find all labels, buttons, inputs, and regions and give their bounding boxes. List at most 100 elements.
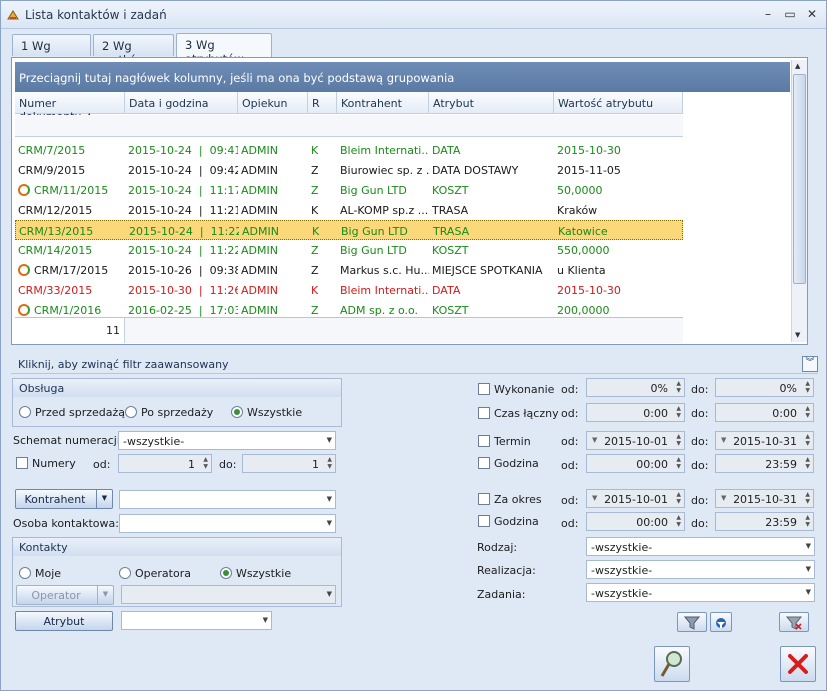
cell-data-godzina: 2015-10-24 | 09:42 bbox=[128, 164, 238, 177]
cell-r: Z bbox=[311, 244, 319, 257]
filter-button[interactable] bbox=[677, 612, 707, 632]
maximize-icon[interactable]: ▭ bbox=[781, 6, 799, 22]
godzina1-do[interactable]: 23:59 ▲ ▼ bbox=[715, 454, 814, 473]
funnel-clear-icon bbox=[785, 616, 803, 630]
close-button[interactable] bbox=[780, 646, 816, 682]
kontrahent-combo[interactable]: ▼ bbox=[119, 490, 336, 509]
cell-r: Z bbox=[311, 264, 319, 277]
scroll-up-icon[interactable]: ▲ bbox=[795, 62, 800, 70]
cell-opiekun: ADMIN bbox=[241, 184, 278, 197]
col-r[interactable]: R bbox=[308, 92, 337, 114]
tab-wg-numeru[interactable]: 1 Wg numeru bbox=[12, 34, 91, 67]
cell-wartosc: Katowice bbox=[558, 225, 608, 238]
tab-wg-atrybutow[interactable]: 3 Wg atrybutów bbox=[176, 33, 272, 66]
cycle-status-icon bbox=[18, 264, 30, 276]
cell-kontrahent: AL-KOMP sp.z ... bbox=[340, 204, 429, 217]
col-opiekun[interactable]: Opiekun bbox=[238, 92, 308, 114]
czas-do-label: do: bbox=[691, 407, 709, 420]
godzina2-od[interactable]: 00:00 ▲ ▼ bbox=[586, 512, 685, 531]
cell-wartosc: u Klienta bbox=[557, 264, 606, 277]
zadania-label: Zadania: bbox=[477, 588, 526, 601]
cell-r: K bbox=[311, 204, 319, 217]
cell-r: Z bbox=[311, 184, 319, 197]
cell-numer: CRM/11/2015 bbox=[15, 180, 125, 200]
cell-atrybut: KOSZT bbox=[432, 184, 469, 197]
col-wartosc-atrybutu[interactable]: Wartość atrybutu bbox=[554, 92, 683, 114]
czas-od[interactable]: 0:00 ▲ ▼ bbox=[586, 403, 685, 422]
col-kontrahent[interactable]: Kontrahent bbox=[337, 92, 429, 114]
clear-filter-button[interactable] bbox=[779, 612, 809, 632]
numery-checkbox[interactable]: Numery bbox=[16, 457, 76, 470]
czas-checkbox[interactable]: Czas łączny bbox=[478, 407, 559, 420]
scroll-down-icon[interactable]: ▼ bbox=[795, 331, 800, 339]
cycle-status-icon bbox=[18, 304, 30, 316]
wykonanie-checkbox[interactable]: Wykonanie bbox=[478, 383, 554, 396]
col-numer-dokumentu[interactable]: Numer dokumentu ▲ bbox=[15, 92, 125, 123]
realizacja-combo[interactable]: -wszystkie- ▼ bbox=[586, 560, 815, 579]
zaokres-od[interactable]: ▼ 2015-10-01 ▲ ▼ bbox=[586, 489, 685, 508]
wykonanie-od[interactable]: 0% ▲ ▼ bbox=[586, 378, 685, 397]
godzina1-od[interactable]: 00:00 ▲ ▼ bbox=[586, 454, 685, 473]
radio-przed-sprzedaza[interactable]: Przed sprzedażą bbox=[19, 406, 125, 419]
operator-button[interactable]: Operator ▼ bbox=[16, 585, 114, 605]
minimize-icon[interactable]: – bbox=[759, 6, 777, 22]
table-row[interactable]: CRM/14/2015 2015-10-24 | 11:22 ADMIN Z Big G… bbox=[15, 240, 683, 260]
numery-do-spin[interactable]: 1 ▲ ▼ bbox=[242, 454, 336, 473]
czas-do[interactable]: 0:00 ▲ ▼ bbox=[715, 403, 814, 422]
group-by-panel[interactable]: Przeciągnij tutaj nagłówek kolumny, jeśl… bbox=[15, 62, 790, 92]
schemat-combo[interactable]: -wszystkie- ▼ bbox=[118, 431, 336, 450]
close-window-icon[interactable]: ✕ bbox=[803, 6, 821, 22]
osoba-combo[interactable]: ▼ bbox=[119, 514, 336, 533]
col-atrybut[interactable]: Atrybut bbox=[429, 92, 554, 114]
termin-do[interactable]: ▼ 2015-10-31 ▲ ▼ bbox=[715, 431, 814, 450]
numery-od-spin[interactable]: 1 ▲ ▼ bbox=[118, 454, 212, 473]
termin-od[interactable]: ▼ 2015-10-01 ▲ ▼ bbox=[586, 431, 685, 450]
termin-checkbox[interactable]: Termin bbox=[478, 435, 531, 448]
table-row[interactable]: CRM/9/2015 2015-10-24 | 09:42 ADMIN Z Biurow… bbox=[15, 160, 683, 180]
radio-obsluga-wszystkie[interactable]: Wszystkie bbox=[231, 406, 302, 419]
rodzaj-combo[interactable]: -wszystkie- ▼ bbox=[586, 537, 815, 556]
table-row[interactable]: CRM/7/2015 2015-10-24 | 09:41 ADMIN K Bleim … bbox=[15, 140, 683, 160]
filter-row[interactable] bbox=[15, 115, 683, 137]
table-row[interactable]: CRM/12/2015 2015-10-24 | 11:21 ADMIN K AL-KO… bbox=[15, 200, 683, 220]
radio-kontakty-wszystkie[interactable]: Wszystkie bbox=[220, 567, 291, 580]
table-row[interactable]: CRM/13/2015 2015-10-24 | 11:22 ADMIN K Big G… bbox=[15, 220, 683, 240]
radio-moje[interactable]: Moje bbox=[19, 567, 61, 580]
operator-combo[interactable]: ▼ bbox=[121, 585, 336, 604]
godzina2-checkbox[interactable]: Godzina bbox=[478, 515, 539, 528]
contacts-window: Lista kontaktów i zadań – ▭ ✕ 1 Wg numer… bbox=[0, 0, 827, 691]
obsluga-title: Obsługa bbox=[13, 379, 341, 397]
table-row[interactable]: CRM/11/2015 2015-10-24 | 11:17 ADMIN Z Big G… bbox=[15, 180, 683, 200]
calendar-dropdown-icon: ▼ bbox=[592, 494, 598, 502]
czas-od-label: od: bbox=[561, 407, 579, 420]
scroll-thumb[interactable] bbox=[793, 74, 806, 284]
atrybut-button[interactable]: Atrybut bbox=[15, 611, 113, 631]
zaokres-checkbox[interactable]: Za okres bbox=[478, 493, 542, 506]
chevron-double-down-icon[interactable]: ︾ bbox=[802, 356, 818, 372]
numery-do-label: do: bbox=[219, 458, 237, 471]
cell-numer: CRM/7/2015 bbox=[18, 144, 86, 157]
table-row[interactable]: CRM/17/2015 2015-10-26 | 09:38 ADMIN Z Marku… bbox=[15, 260, 683, 280]
atrybut-combo[interactable]: ▼ bbox=[121, 611, 272, 630]
zaokres-od-label: od: bbox=[561, 494, 579, 507]
saved-filter-button[interactable] bbox=[710, 612, 732, 632]
radio-operatora[interactable]: Operatora bbox=[119, 567, 191, 580]
radio-po-sprzedazy[interactable]: Po sprzedaży bbox=[125, 406, 213, 419]
tab-wg-watkow[interactable]: 2 Wg wątków bbox=[93, 34, 174, 67]
col-data-godzina[interactable]: Data i godzina bbox=[125, 92, 238, 114]
collapse-filter-bar[interactable]: Kliknij, aby zwinąć filtr zaawansowany ︾ bbox=[11, 356, 818, 374]
grid-vscrollbar[interactable]: ▲ ▼ bbox=[791, 60, 807, 342]
chevron-down-icon: ▼ bbox=[805, 588, 811, 596]
table-row[interactable]: CRM/33/2015 2015-10-30 | 11:26 ADMIN K Bleim… bbox=[15, 280, 683, 300]
kontrahent-button[interactable]: Kontrahent ▼ bbox=[15, 489, 113, 509]
chevron-down-icon: ▼ bbox=[97, 586, 113, 604]
search-button[interactable] bbox=[654, 646, 690, 682]
spin-arrows-icon: ▲ ▼ bbox=[805, 405, 810, 419]
cell-r: K bbox=[311, 144, 319, 157]
zadania-combo[interactable]: -wszystkie- ▼ bbox=[586, 583, 815, 602]
zaokres-do[interactable]: ▼ 2015-10-31 ▲ ▼ bbox=[715, 489, 814, 508]
godzina2-do[interactable]: 23:59 ▲ ▼ bbox=[715, 512, 814, 531]
wykonanie-do[interactable]: 0% ▲ ▼ bbox=[715, 378, 814, 397]
godzina1-checkbox[interactable]: Godzina bbox=[478, 457, 539, 470]
chevron-down-icon: ▼ bbox=[326, 436, 332, 444]
